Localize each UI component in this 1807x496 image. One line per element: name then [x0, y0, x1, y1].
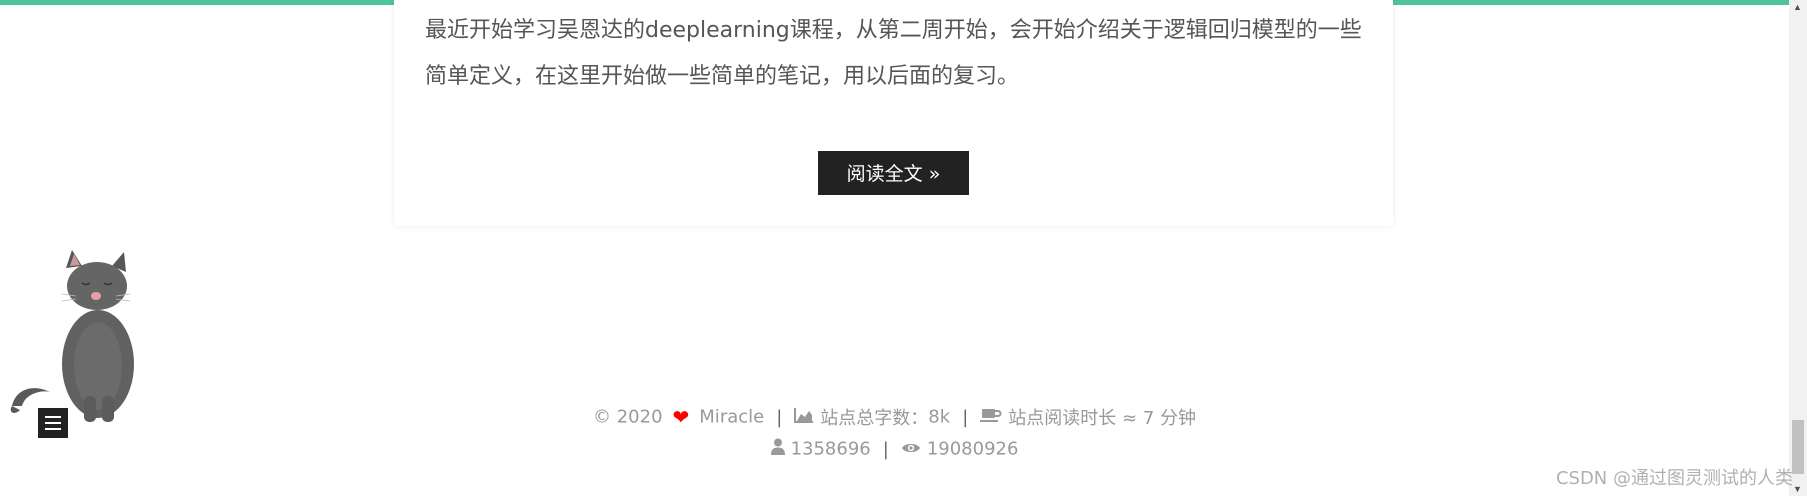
word-count-label: 站点总字数： [820, 408, 929, 429]
user-icon [770, 438, 785, 460]
visitor-count: 1358696 [790, 438, 871, 460]
scrollbar-thumb[interactable] [1792, 420, 1804, 474]
author-name: Miracle [699, 406, 765, 428]
scroll-down-arrow-icon[interactable]: ▼ [1793, 484, 1802, 494]
separator: | [882, 438, 889, 460]
view-count: 19080926 [926, 438, 1019, 460]
read-time-label: 站点阅读时长 ≈ [1008, 408, 1138, 429]
coffee-icon [980, 407, 1002, 428]
eye-icon [901, 439, 921, 460]
scroll-up-arrow-icon[interactable]: ▲ [1793, 2, 1802, 12]
cat-mascot-image[interactable] [4, 246, 140, 424]
page-scrollbar[interactable]: ▲ ▼ [1789, 0, 1807, 496]
separator: | [776, 406, 783, 428]
read-more-button[interactable]: 阅读全文 » [818, 151, 969, 195]
word-count-value: 8k [928, 406, 951, 428]
heart-icon: ❤ [672, 405, 690, 429]
footer-info: © 2020 ❤ Miracle | 站点总字数：8k | 站点阅读时长 ≈ 7 分钟 [0, 404, 1789, 430]
area-chart-icon [794, 407, 814, 428]
menu-toggle-button[interactable] [38, 408, 68, 438]
copyright-text: © 2020 [592, 406, 663, 428]
read-time-value: 7 分钟 [1142, 408, 1196, 429]
separator: | [962, 406, 969, 428]
post-card: 最近开始学习吴恩达的deeplearning课程，从第二周开始，会开始介绍关于逻… [394, 0, 1393, 226]
csdn-watermark: CSDN @通过图灵测试的人类 [1555, 468, 1793, 489]
post-excerpt: 最近开始学习吴恩达的deeplearning课程，从第二周开始，会开始介绍关于逻… [425, 18, 1362, 89]
footer-stats: 1358696 | 19080926 [0, 438, 1789, 460]
